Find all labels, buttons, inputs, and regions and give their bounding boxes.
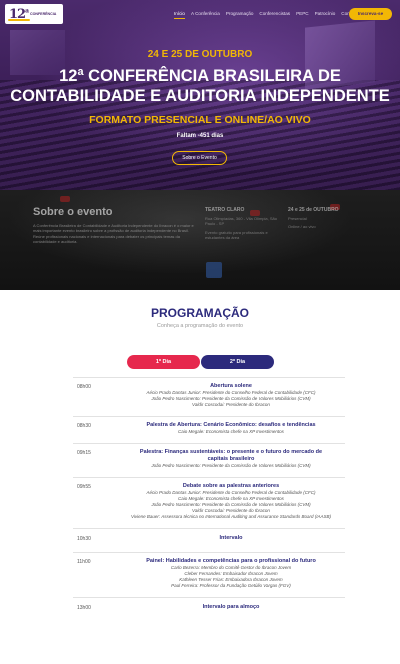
about-title: Sobre o evento [33, 206, 113, 218]
hero-banner: 12a CONFERÊNCIA Início A Conferência Pro… [0, 0, 400, 190]
schedule-row: 08h30 Palestra de Abertura: Cenário Econ… [73, 416, 345, 443]
schedule-row: 13h00 Intervalo para almoço [73, 597, 345, 621]
nav-item-patrocinio[interactable]: Patrocínio [315, 11, 336, 19]
main-nav: Início A Conferência Programação Confere… [174, 11, 363, 19]
schedule-time: 11h00 [77, 559, 91, 565]
schedule-event-title: Intervalo [219, 535, 243, 541]
nav-item-pepc[interactable]: PEPC [296, 11, 309, 19]
schedule-speaker: João Pedro Nascimento: Presidente da Com… [151, 463, 311, 468]
tab-day-1[interactable]: 1º Dia [127, 355, 200, 369]
schedule-row: 09h15 Palestra: Finanças sustentáveis: o… [73, 443, 345, 477]
dates-format-2: Online / ao vivo [288, 224, 316, 230]
event-date: 24 E 25 DE OUTUBRO [147, 49, 253, 60]
about-event-button[interactable]: Sobre o Evento [172, 151, 227, 165]
schedule-speaker: Caio Megale: Economista chefe na XP Inve… [178, 429, 284, 434]
tab-day-2[interactable]: 2º Dia [201, 355, 274, 369]
schedule-event-title: Palestra de Abertura: Cenário Econômico:… [146, 422, 316, 428]
social-icon[interactable] [206, 262, 222, 278]
schedule-row: 10h30 Intervalo [73, 528, 345, 552]
register-button[interactable]: Inscreva-se [349, 8, 392, 20]
schedule-speaker: Paul Ferreira: Professor da Fundação Get… [171, 583, 291, 588]
schedule-event-title: Palestra: Finanças sustentáveis: o prese… [139, 449, 323, 462]
schedule-time: 09h55 [77, 484, 91, 490]
schedule-speaker: Viviene Bauer: Assessora técnica no Inte… [130, 514, 332, 519]
event-format: FORMATO PRESENCIAL E ONLINE/AO VIVO [89, 114, 311, 126]
schedule-time: 10h30 [77, 536, 91, 542]
schedule-row: 11h00 Painel: Habilidades e competências… [73, 552, 345, 597]
about-section: Sobre o evento A Conferência Brasileira … [0, 190, 400, 290]
nav-item-a-conferencia[interactable]: A Conferência [191, 11, 220, 19]
schedule-speaker: Valdir Coscodai: Presidente do Ibracon [192, 402, 270, 407]
schedule-list: 08h00 Abertura solene Aécio Prado Dantas… [73, 377, 345, 621]
schedule-event-title: Debate sobre as palestras anteriores [182, 483, 280, 489]
venue-title: TEATRO CLARO [205, 207, 245, 213]
event-title-line-2: CONTABILIDADE E AUDITORIA INDEPENDENTE [10, 87, 390, 105]
dates-format-1: Presencial [288, 216, 307, 221]
dates-title: 24 e 25 de OUTUBRO [288, 207, 339, 213]
about-venue: TEATRO CLARO Rua Olimpíadas, 360 - Vila … [205, 207, 280, 240]
schedule-time: 09h15 [77, 450, 91, 456]
schedule-time: 08h30 [77, 423, 91, 429]
schedule-row: 09h55 Debate sobre as palestras anterior… [73, 477, 345, 528]
about-dates: 24 e 25 de OUTUBRO Presencial Online / a… [288, 207, 363, 230]
schedule-event-title: Intervalo para almoço [202, 604, 260, 610]
program-title: PROGRAMAÇÃO [151, 306, 249, 320]
decor-shape [60, 196, 70, 202]
schedule-time: 13h00 [77, 605, 91, 611]
nav-item-inicio[interactable]: Início [174, 11, 185, 19]
about-body: A Conferência Brasileira de Contabilidad… [33, 223, 194, 244]
schedule-row: 08h00 Abertura solene Aécio Prado Dantas… [73, 377, 345, 416]
schedule-time: 08h00 [77, 384, 91, 390]
conference-logo[interactable]: 12a CONFERÊNCIA [5, 4, 63, 24]
countdown: Faltam -451 dias [176, 133, 224, 139]
venue-address: Rua Olimpíadas, 360 - Vila Olímpia, São … [205, 216, 277, 227]
schedule-event-title: Painel: Habilidades e competências para … [146, 558, 316, 564]
nav-item-conferencistas[interactable]: Conferencistas [259, 11, 290, 19]
nav-item-programacao[interactable]: Programação [226, 11, 254, 19]
event-title-line-1: 12ª CONFERÊNCIA BRASILEIRA DE [59, 67, 341, 85]
logo-swoosh [8, 19, 30, 21]
schedule-event-title: Abertura solene [210, 383, 252, 389]
event-title: 12ª CONFERÊNCIA BRASILEIRA DE CONTABILID… [0, 66, 400, 106]
program-subtitle: Conheça a programação do evento [156, 323, 244, 329]
venue-note: Evento gratuito para profissionais e est… [205, 229, 268, 240]
logo-text: CONFERÊNCIA [29, 12, 57, 16]
